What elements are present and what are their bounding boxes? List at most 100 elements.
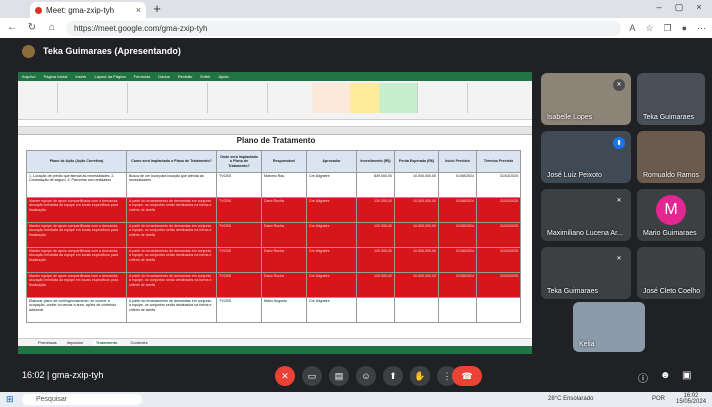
sheet-tab-active[interactable]: Tratamento [92,340,121,345]
maximize-button[interactable]: ▢ [672,2,686,13]
read-aloud-icon[interactable]: A [629,23,635,34]
table-cell[interactable]: Manter equipe de apoio compartilhada com… [26,197,127,223]
back-icon[interactable]: ← [6,22,18,34]
table-cell[interactable]: 10.000.000,00 [394,247,439,273]
profile-icon[interactable]: ● [682,23,687,34]
table-cell[interactable]: A partir do levantamento de demandas em … [126,197,217,223]
favorite-icon[interactable]: ☆ [645,23,653,34]
ribbon-tab[interactable]: Página Inicial [44,74,68,79]
table-cell[interactable]: 01/08/2024 [438,272,477,298]
people-icon[interactable]: ☻ [660,370,671,381]
table-cell[interactable]: Busca de um local para locação que atend… [126,172,217,198]
ribbon-tab[interactable]: Inserir [75,74,86,79]
table-cell[interactable]: Cre Aligneire [306,297,357,323]
table-cell[interactable]: Dario Rocha [261,222,307,248]
column-header[interactable]: Plano de Ação (Ação Corretiva) [26,150,127,173]
column-header[interactable]: Início Previsto [438,150,477,173]
reload-icon[interactable]: ↻ [26,22,38,34]
table-cell[interactable]: 31/03/2025 [476,197,521,223]
column-header[interactable]: Responsável [261,150,307,173]
participant-tile[interactable]: ✕ Maximiliano Lucena Ar... [541,189,631,241]
table-row[interactable]: Elaborar plano de contingenciamento, se … [26,297,521,323]
home-icon[interactable]: ⌂ [46,22,58,34]
table-cell[interactable] [476,297,521,323]
collections-icon[interactable]: ❐ [663,23,671,34]
present-button[interactable]: ⬆ [383,366,403,386]
table-cell[interactable]: Manter equipe de apoio compartilhada com… [26,222,127,248]
table-cell[interactable]: TVCBS [216,222,262,248]
table-cell[interactable]: 10.000.000,00 [394,172,439,198]
column-header[interactable]: Perda Esperada (R$) [394,150,439,173]
table-cell[interactable]: 120.000,00 [356,247,395,273]
table-row[interactable]: Manter equipe de apoio compartilhada com… [26,247,521,273]
participant-tile[interactable]: ✕ Isabelle Lopes [541,73,631,125]
raise-hand-button[interactable]: ✋ [410,366,430,386]
table-cell[interactable]: A partir do levantamento de demandas em … [126,222,217,248]
mic-toggle-button[interactable]: ✕ [275,366,295,386]
weather-widget[interactable]: 28°C Ensolarado [548,396,593,402]
browser-tab[interactable]: Meet: gma-zxip-tyh × [30,2,146,18]
table-cell[interactable]: Cre Aligneire [306,247,357,273]
ribbon-tab[interactable]: Revisão [178,74,192,79]
participant-tile[interactable]: M Mario Guimaraes [637,189,705,241]
column-header[interactable]: Investimento (R$) [356,150,395,173]
minimize-button[interactable]: – [652,2,666,12]
end-call-button[interactable]: ☎ [452,366,482,386]
table-cell[interactable]: 31/03/2025 [476,247,521,273]
table-cell[interactable]: 10.000.000,00 [394,197,439,223]
table-row[interactable]: 1. Locação de prédio que atenda às neces… [26,172,521,198]
ribbon-tab[interactable]: Exibir [200,74,210,79]
language-indicator[interactable]: POR [652,396,665,402]
table-row[interactable]: Manter equipe de apoio compartilhada com… [26,272,521,298]
table-cell[interactable]: Dario Rocha [261,272,307,298]
table-cell[interactable]: 10.000.000,00 [394,272,439,298]
table-cell[interactable]: 01/08/2024 [438,247,477,273]
formula-bar[interactable] [18,120,532,127]
table-cell[interactable]: TVCBS [216,197,262,223]
table-cell[interactable]: TVCBS [216,172,262,198]
table-cell[interactable]: 01/08/2024 [438,172,477,198]
table-row[interactable]: Manter equipe de apoio compartilhada com… [26,197,521,223]
close-window-button[interactable]: × [692,2,706,12]
table-cell[interactable]: 1. Locação de prédio que atenda às neces… [26,172,127,198]
table-cell[interactable]: Manter equipe de apoio compartilhada com… [26,247,127,273]
info-icon[interactable]: ⓘ [638,370,648,385]
table-cell[interactable]: Manter equipe de apoio compartilhada com… [26,272,127,298]
table-cell[interactable] [438,297,477,323]
table-cell[interactable]: Cre Aligneire [306,172,357,198]
table-cell[interactable]: Elaborar plano de contingenciamento, se … [26,297,127,323]
column-header[interactable]: Onde será Implantado o Plano de Tratamen… [216,150,262,173]
column-header[interactable]: Aprovador [306,150,357,173]
table-cell[interactable] [394,297,439,323]
table-cell[interactable]: Cre Aligneire [306,272,357,298]
table-cell[interactable]: 10.000.000,00 [394,222,439,248]
ribbon-tab[interactable]: Fórmulas [134,74,151,79]
captions-button[interactable]: ▤ [329,366,349,386]
table-cell[interactable]: 31/03/2025 [476,172,521,198]
table-cell[interactable]: 120.000,00 [356,222,395,248]
table-cell[interactable]: A partir do levantamento de demandas em … [126,247,217,273]
column-header[interactable]: Como será Implantado o Plano de Tratamen… [126,150,217,173]
ribbon-tab[interactable]: Arquivo [22,74,36,79]
table-cell[interactable]: Cre Aligneire [306,197,357,223]
table-cell[interactable]: A partir do levantamento de demandas em … [126,272,217,298]
sheet-tab[interactable]: Controles [130,340,147,345]
new-tab-button[interactable]: + [150,2,164,16]
more-icon[interactable]: ⋯ [697,23,706,34]
chat-icon[interactable]: ▣ [682,370,691,381]
table-cell[interactable]: Marcelo Rau [261,172,307,198]
ribbon-tab[interactable]: Ajuda [218,74,228,79]
table-cell[interactable]: Dario Rocha [261,197,307,223]
participant-tile[interactable]: ▮ José Luiz Peixoto [541,131,631,183]
table-cell[interactable] [356,297,395,323]
url-field[interactable]: https://meet.google.com/gma-zxip-tyh [66,20,622,36]
participant-tile[interactable]: Teka Guimaraes [637,73,705,125]
ribbon-tab[interactable]: Layout da Página [94,74,125,79]
table-cell[interactable]: A partir do levantamento de demandas em … [126,297,217,323]
table-cell[interactable]: Mário Augusto [261,297,307,323]
windows-start-icon[interactable]: ⊞ [6,394,14,405]
self-view-tile[interactable]: Kelia [573,302,645,352]
participant-tile[interactable]: José Cleto Coelho [637,247,705,299]
participant-tile[interactable]: ✕ Teka Guimaraes [541,247,631,299]
table-cell[interactable]: Cre Aligneire [306,222,357,248]
